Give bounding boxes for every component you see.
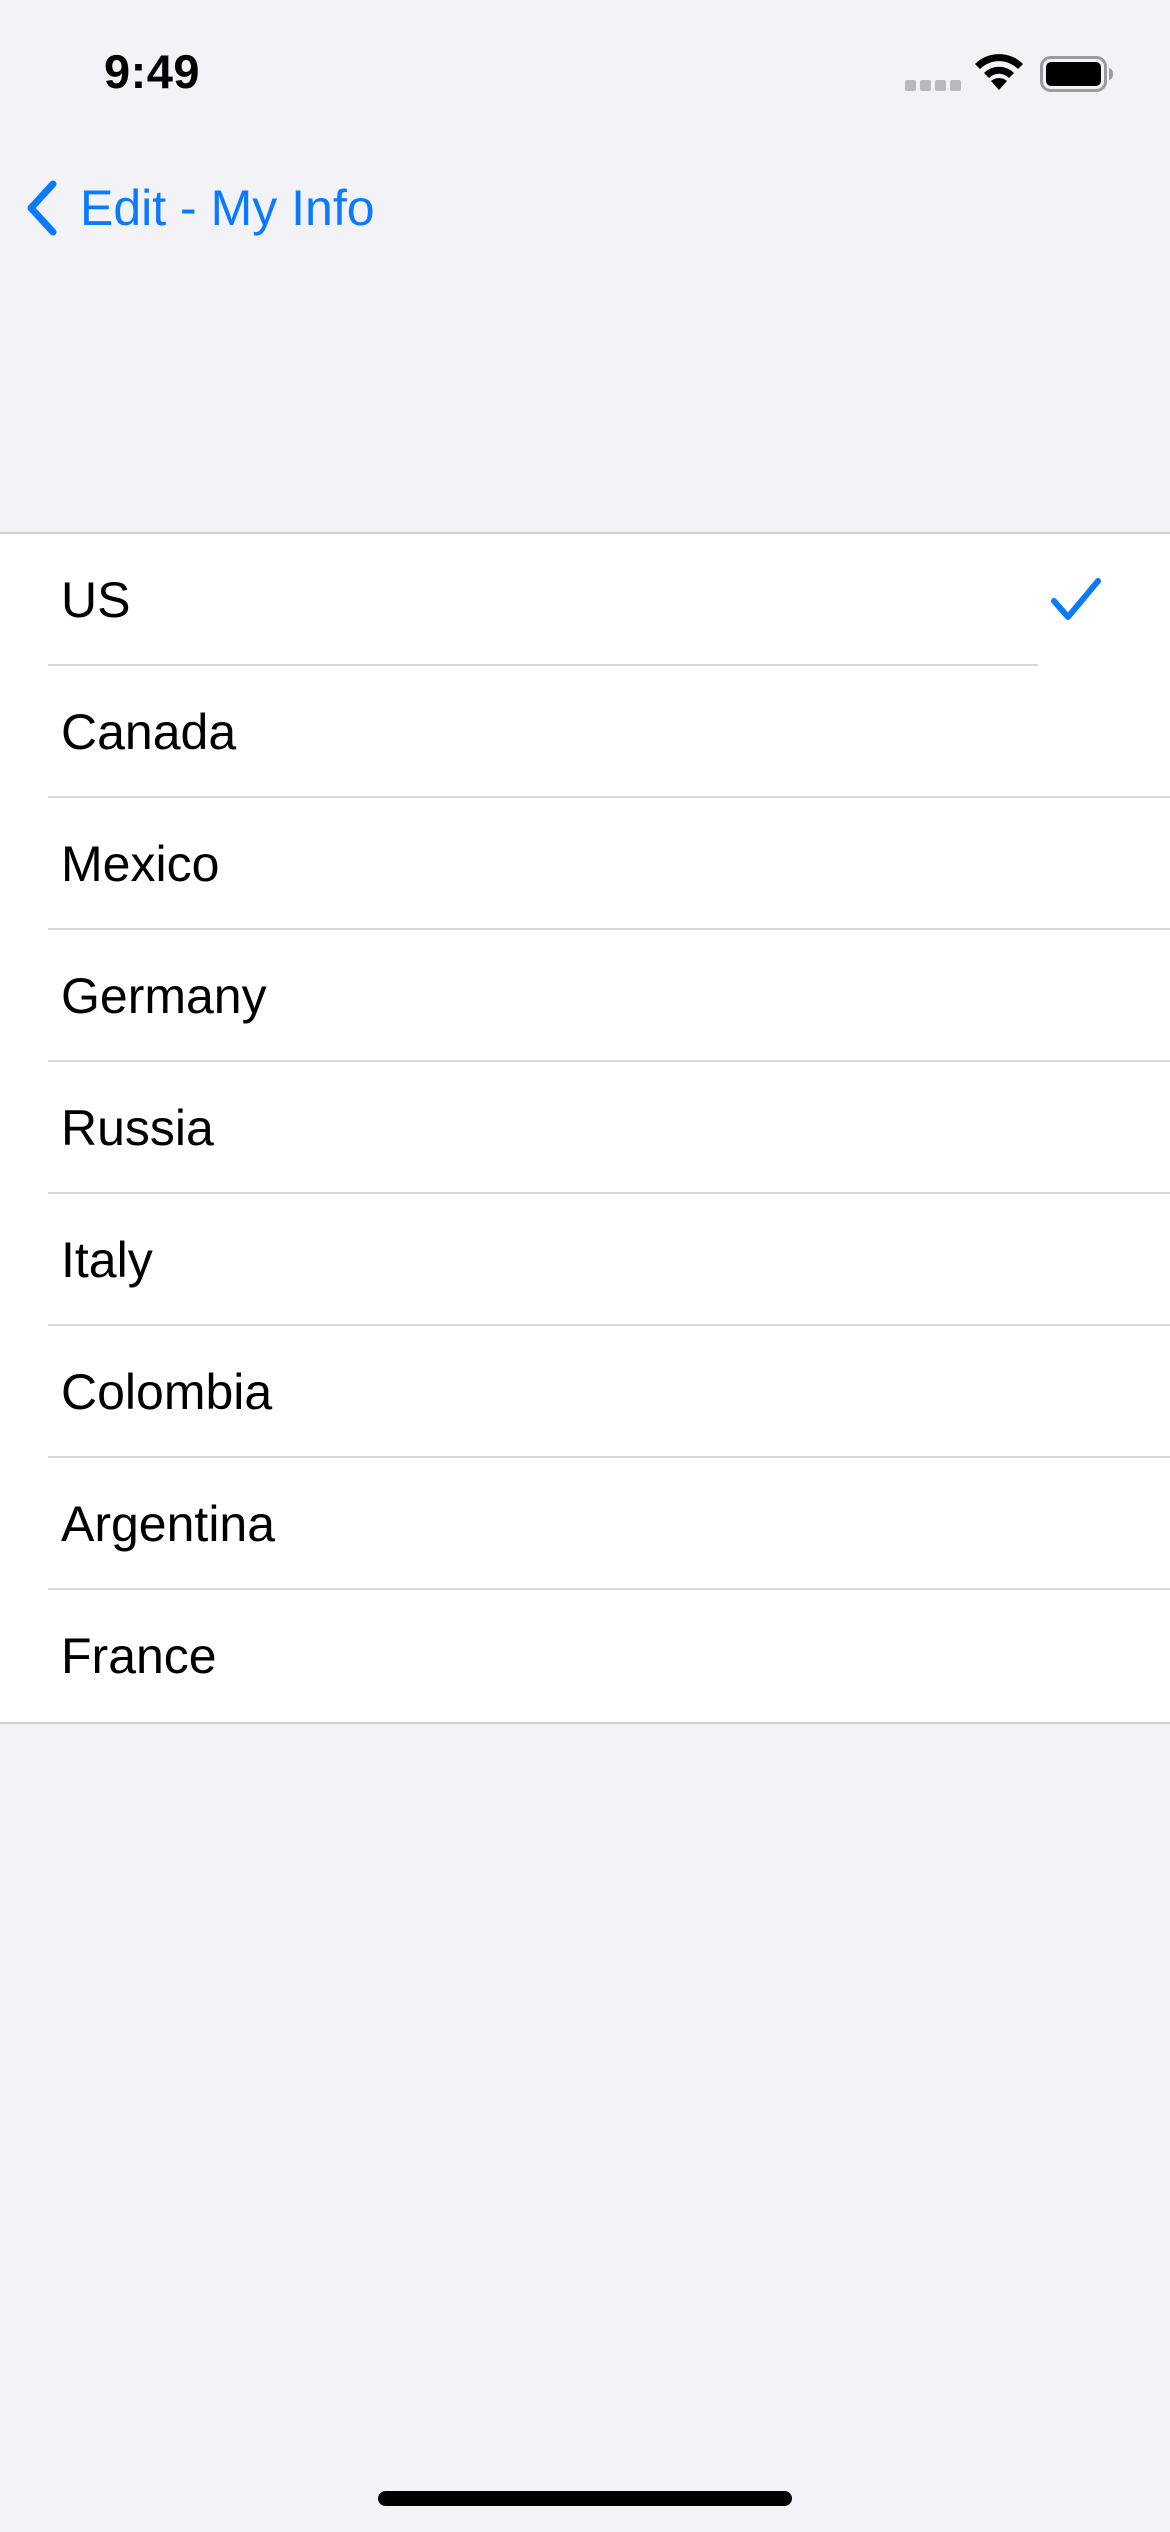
list-item-label: France bbox=[61, 1628, 217, 1684]
country-list: US Canada Mexico Germany Russia Italy Co… bbox=[0, 532, 1170, 1724]
list-item-germany[interactable]: Germany bbox=[0, 930, 1170, 1062]
list-item-italy[interactable]: Italy bbox=[0, 1194, 1170, 1326]
list-item-label: Germany bbox=[61, 968, 267, 1024]
cellular-signal-icon bbox=[905, 80, 961, 92]
battery-icon bbox=[1040, 56, 1113, 92]
status-time: 9:49 bbox=[104, 45, 201, 98]
list-item-france[interactable]: France bbox=[0, 1590, 1170, 1722]
checkmark-icon bbox=[1051, 578, 1101, 620]
navigation-bar: Edit - My Info bbox=[0, 150, 1170, 266]
list-item-argentina[interactable]: Argentina bbox=[0, 1458, 1170, 1590]
back-button[interactable]: Edit - My Info bbox=[22, 170, 375, 246]
list-item-label: Colombia bbox=[61, 1364, 273, 1420]
list-item-canada[interactable]: Canada bbox=[0, 666, 1170, 798]
list-item-us[interactable]: US bbox=[0, 534, 1170, 666]
list-item-russia[interactable]: Russia bbox=[0, 1062, 1170, 1194]
list-item-mexico[interactable]: Mexico bbox=[0, 798, 1170, 930]
list-item-label: US bbox=[61, 572, 131, 628]
list-item-label: Russia bbox=[61, 1100, 214, 1156]
home-indicator[interactable] bbox=[378, 2491, 792, 2506]
chevron-left-icon bbox=[27, 180, 57, 236]
back-button-label: Edit - My Info bbox=[80, 180, 375, 236]
status-bar: 9:49 bbox=[0, 0, 1170, 140]
list-item-colombia[interactable]: Colombia bbox=[0, 1326, 1170, 1458]
list-item-label: Mexico bbox=[61, 836, 220, 892]
list-item-label: Italy bbox=[61, 1232, 153, 1288]
list-item-label: Canada bbox=[61, 704, 237, 760]
wifi-icon bbox=[975, 54, 1023, 90]
list-item-label: Argentina bbox=[61, 1496, 276, 1552]
